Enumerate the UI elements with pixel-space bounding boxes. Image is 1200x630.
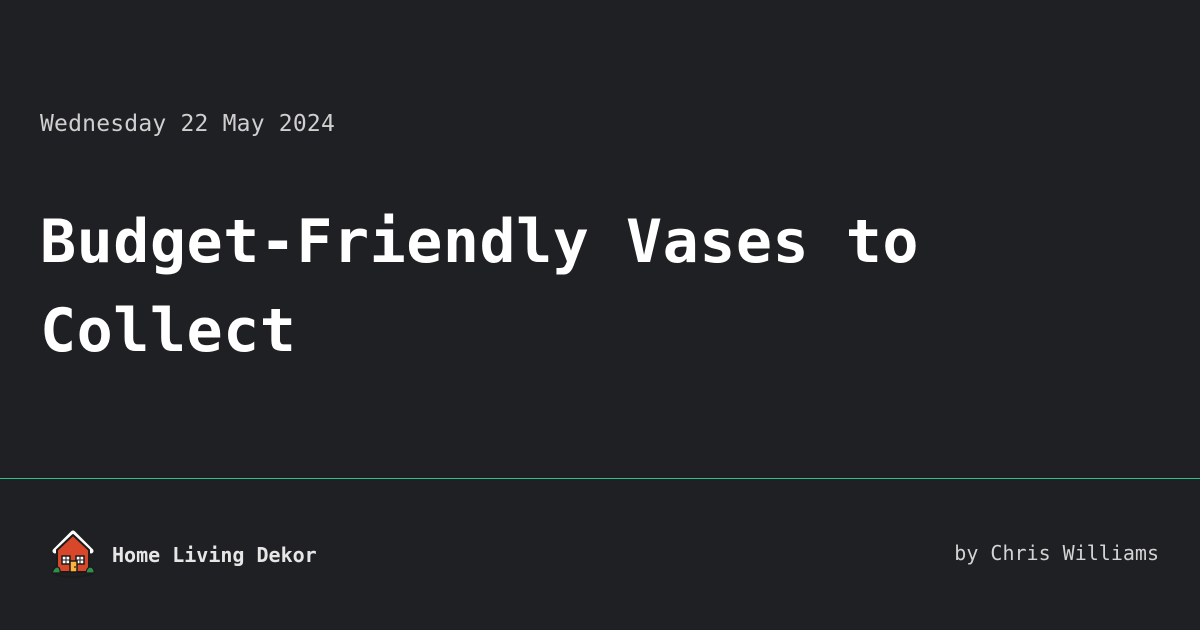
social-card: Wednesday 22 May 2024 Budget-Friendly Va… bbox=[0, 0, 1200, 630]
author-byline: by Chris Williams bbox=[954, 541, 1159, 565]
house-icon bbox=[51, 530, 95, 578]
title-line-1: Budget-Friendly Vases to bbox=[40, 207, 919, 277]
post-title: Budget-Friendly Vases to Collect bbox=[40, 198, 1080, 376]
site-brand: Home Living Dekor bbox=[48, 528, 317, 582]
title-line-2: Collect bbox=[40, 296, 297, 366]
site-name: Home Living Dekor bbox=[112, 543, 317, 567]
post-date: Wednesday 22 May 2024 bbox=[40, 111, 335, 137]
footer-divider bbox=[0, 478, 1200, 479]
